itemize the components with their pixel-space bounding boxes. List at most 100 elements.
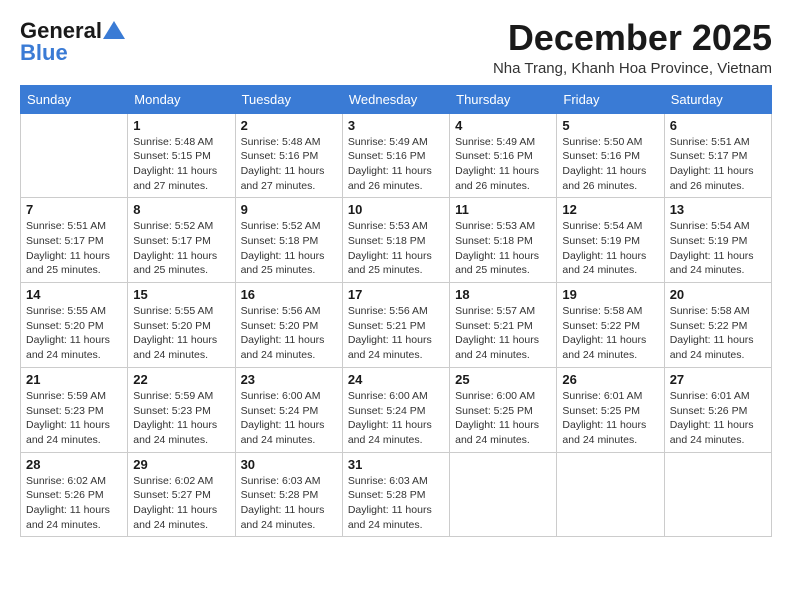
day-number: 19 <box>562 287 658 302</box>
day-info: Sunrise: 6:03 AMSunset: 5:28 PMDaylight:… <box>241 474 337 533</box>
table-row: 3 Sunrise: 5:49 AMSunset: 5:16 PMDaylight… <box>342 113 449 198</box>
col-thursday: Thursday <box>450 85 557 113</box>
day-info: Sunrise: 6:02 AMSunset: 5:27 PMDaylight:… <box>133 474 229 533</box>
day-number: 30 <box>241 457 337 472</box>
calendar-week-row: 14 Sunrise: 5:55 AMSunset: 5:20 PMDayligh… <box>21 283 772 368</box>
day-info: Sunrise: 5:49 AMSunset: 5:16 PMDaylight:… <box>348 135 444 194</box>
day-info: Sunrise: 5:51 AMSunset: 5:17 PMDaylight:… <box>26 219 122 278</box>
col-saturday: Saturday <box>664 85 771 113</box>
day-number: 21 <box>26 372 122 387</box>
day-info: Sunrise: 6:00 AMSunset: 5:24 PMDaylight:… <box>348 389 444 448</box>
day-number: 17 <box>348 287 444 302</box>
day-number: 16 <box>241 287 337 302</box>
day-info: Sunrise: 6:03 AMSunset: 5:28 PMDaylight:… <box>348 474 444 533</box>
table-row: 14Sunrise: 5:55 AMSunset: 5:20 PMDayligh… <box>21 283 128 368</box>
day-number: 26 <box>562 372 658 387</box>
day-info: Sunrise: 6:01 AMSunset: 5:26 PMDaylight:… <box>670 389 766 448</box>
table-row: 7 Sunrise: 5:51 AMSunset: 5:17 PMDaylight… <box>21 198 128 283</box>
day-number: 1 <box>133 118 229 133</box>
day-number: 10 <box>348 202 444 217</box>
table-row: 18 Sunrise: 5:57 AMSunset: 5:21 PMDayligh… <box>450 283 557 368</box>
table-row <box>557 452 664 537</box>
day-info: Sunrise: 5:57 AMSunset: 5:21 PMDaylight:… <box>455 304 551 363</box>
day-number: 27 <box>670 372 766 387</box>
table-row: 27 Sunrise: 6:01 AMSunset: 5:26 PMDayligh… <box>664 367 771 452</box>
table-row <box>21 113 128 198</box>
day-info: Sunrise: 5:52 AMSunset: 5:17 PMDaylight:… <box>133 219 229 278</box>
table-row: 4Sunrise: 5:49 AMSunset: 5:16 PMDaylight… <box>450 113 557 198</box>
table-row: 20 Sunrise: 5:58 AMSunset: 5:22 PMDayligh… <box>664 283 771 368</box>
day-number: 13 <box>670 202 766 217</box>
day-number: 6 <box>670 118 766 133</box>
col-tuesday: Tuesday <box>235 85 342 113</box>
col-wednesday: Wednesday <box>342 85 449 113</box>
day-info: Sunrise: 5:56 AMSunset: 5:20 PMDaylight:… <box>241 304 337 363</box>
day-info: Sunrise: 5:54 AMSunset: 5:19 PMDaylight:… <box>562 219 658 278</box>
logo-blue: Blue <box>20 40 68 66</box>
day-number: 3 <box>348 118 444 133</box>
table-row: 5 Sunrise: 5:50 AMSunset: 5:16 PMDaylight… <box>557 113 664 198</box>
day-info: Sunrise: 5:50 AMSunset: 5:16 PMDaylight:… <box>562 135 658 194</box>
day-info: Sunrise: 5:58 AMSunset: 5:22 PMDaylight:… <box>562 304 658 363</box>
day-number: 23 <box>241 372 337 387</box>
day-info: Sunrise: 6:02 AMSunset: 5:26 PMDaylight:… <box>26 474 122 533</box>
table-row: 17 Sunrise: 5:56 AMSunset: 5:21 PMDayligh… <box>342 283 449 368</box>
table-row: 13 Sunrise: 5:54 AMSunset: 5:19 PMDayligh… <box>664 198 771 283</box>
day-number: 24 <box>348 372 444 387</box>
day-number: 20 <box>670 287 766 302</box>
day-number: 14 <box>26 287 122 302</box>
day-info: Sunrise: 5:52 AMSunset: 5:18 PMDaylight:… <box>241 219 337 278</box>
calendar-week-row: 21 Sunrise: 5:59 AMSunset: 5:23 PMDayligh… <box>21 367 772 452</box>
table-row: 11 Sunrise: 5:53 AMSunset: 5:18 PMDayligh… <box>450 198 557 283</box>
table-row: 19 Sunrise: 5:58 AMSunset: 5:22 PMDayligh… <box>557 283 664 368</box>
day-info: Sunrise: 5:55 AMSunset: 5:20 PMDaylight:… <box>133 304 229 363</box>
day-info: Sunrise: 5:53 AMSunset: 5:18 PMDaylight:… <box>455 219 551 278</box>
col-sunday: Sunday <box>21 85 128 113</box>
col-friday: Friday <box>557 85 664 113</box>
day-number: 31 <box>348 457 444 472</box>
table-row: 8 Sunrise: 5:52 AMSunset: 5:17 PMDaylight… <box>128 198 235 283</box>
location-subtitle: Nha Trang, Khanh Hoa Province, Vietnam <box>493 60 772 77</box>
calendar-header-row: Sunday Monday Tuesday Wednesday Thursday… <box>21 85 772 113</box>
col-monday: Monday <box>128 85 235 113</box>
table-row: 29 Sunrise: 6:02 AMSunset: 5:27 PMDayligh… <box>128 452 235 537</box>
day-info: Sunrise: 5:56 AMSunset: 5:21 PMDaylight:… <box>348 304 444 363</box>
day-info: Sunrise: 5:54 AMSunset: 5:19 PMDaylight:… <box>670 219 766 278</box>
calendar-week-row: 28Sunrise: 6:02 AMSunset: 5:26 PMDayligh… <box>21 452 772 537</box>
day-number: 7 <box>26 202 122 217</box>
logo-icon <box>103 19 125 41</box>
day-number: 11 <box>455 202 551 217</box>
day-number: 18 <box>455 287 551 302</box>
day-info: Sunrise: 5:53 AMSunset: 5:18 PMDaylight:… <box>348 219 444 278</box>
day-info: Sunrise: 5:51 AMSunset: 5:17 PMDaylight:… <box>670 135 766 194</box>
table-row: 24 Sunrise: 6:00 AMSunset: 5:24 PMDayligh… <box>342 367 449 452</box>
table-row: 12 Sunrise: 5:54 AMSunset: 5:19 PMDayligh… <box>557 198 664 283</box>
calendar-week-row: 7 Sunrise: 5:51 AMSunset: 5:17 PMDaylight… <box>21 198 772 283</box>
day-info: Sunrise: 5:48 AMSunset: 5:15 PMDaylight:… <box>133 135 229 194</box>
table-row: 28Sunrise: 6:02 AMSunset: 5:26 PMDayligh… <box>21 452 128 537</box>
day-number: 22 <box>133 372 229 387</box>
month-title: December 2025 <box>493 18 772 58</box>
day-number: 29 <box>133 457 229 472</box>
table-row: 30 Sunrise: 6:03 AMSunset: 5:28 PMDayligh… <box>235 452 342 537</box>
day-info: Sunrise: 6:00 AMSunset: 5:25 PMDaylight:… <box>455 389 551 448</box>
table-row: 1 Sunrise: 5:48 AMSunset: 5:15 PMDaylight… <box>128 113 235 198</box>
table-row: 23 Sunrise: 6:00 AMSunset: 5:24 PMDayligh… <box>235 367 342 452</box>
table-row: 15Sunrise: 5:55 AMSunset: 5:20 PMDayligh… <box>128 283 235 368</box>
table-row: 2Sunrise: 5:48 AMSunset: 5:16 PMDaylight… <box>235 113 342 198</box>
table-row: 6 Sunrise: 5:51 AMSunset: 5:17 PMDaylight… <box>664 113 771 198</box>
day-info: Sunrise: 5:59 AMSunset: 5:23 PMDaylight:… <box>133 389 229 448</box>
day-number: 12 <box>562 202 658 217</box>
table-row <box>664 452 771 537</box>
day-number: 2 <box>241 118 337 133</box>
day-info: Sunrise: 6:01 AMSunset: 5:25 PMDaylight:… <box>562 389 658 448</box>
day-number: 8 <box>133 202 229 217</box>
table-row: 26 Sunrise: 6:01 AMSunset: 5:25 PMDayligh… <box>557 367 664 452</box>
day-number: 5 <box>562 118 658 133</box>
logo: General Blue <box>20 18 125 66</box>
table-row: 31 Sunrise: 6:03 AMSunset: 5:28 PMDayligh… <box>342 452 449 537</box>
table-row: 25Sunrise: 6:00 AMSunset: 5:25 PMDayligh… <box>450 367 557 452</box>
day-info: Sunrise: 6:00 AMSunset: 5:24 PMDaylight:… <box>241 389 337 448</box>
day-info: Sunrise: 5:58 AMSunset: 5:22 PMDaylight:… <box>670 304 766 363</box>
day-number: 4 <box>455 118 551 133</box>
